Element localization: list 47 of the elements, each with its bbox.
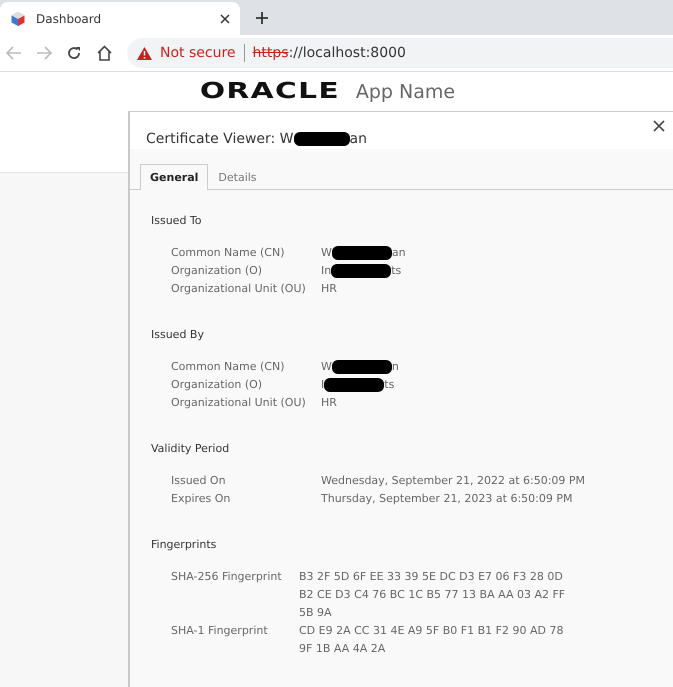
dialog-title: Certificate Viewer: W an	[146, 131, 367, 147]
field-label: Organizational Unit (OU)	[171, 281, 307, 297]
field-label: Common Name (CN)	[171, 359, 286, 375]
browser-tab[interactable]: Dashboard	[0, 2, 240, 35]
field-label: Common Name (CN)	[171, 245, 286, 261]
close-icon[interactable]	[220, 14, 230, 24]
close-icon	[653, 120, 665, 132]
field-value: HR	[321, 395, 338, 411]
field-value: I ts	[321, 377, 396, 394]
redaction-mark	[332, 360, 392, 374]
section-heading: Fingerprints	[151, 538, 218, 552]
field-value: Thursday, September 21, 2023 at 6:50:09 PM	[321, 491, 574, 507]
field-value: In ts	[321, 263, 402, 280]
field-label: Organizational Unit (OU)	[171, 395, 307, 411]
close-button[interactable]	[653, 120, 665, 132]
app-name: App Name	[356, 80, 456, 102]
warning-icon	[137, 46, 152, 60]
field-label: Expires On	[171, 491, 232, 507]
address-bar[interactable]: Not secure https://localhost:8000	[127, 38, 673, 68]
field-label: Organization (O)	[171, 377, 264, 393]
dialog-tab[interactable]: Details	[208, 164, 267, 190]
section-heading: Issued To	[151, 214, 203, 228]
url-text: https://localhost:8000	[252, 45, 406, 61]
field-label: Organization (O)	[171, 263, 264, 279]
security-status: Not secure	[160, 45, 236, 61]
field-label: SHA-1 Fingerprint	[171, 623, 269, 639]
field-value: B3 2F 5D 6F EE 33 39 5E DC D3 E7 06 F3 28 0D B2 CE D3 C4 76 BC 1C B5 77 13 BA AA 03 A2 FF 5B 9A	[299, 569, 566, 621]
redaction-mark	[294, 132, 350, 146]
field-value: HR	[321, 281, 338, 297]
home-icon[interactable]	[96, 45, 113, 61]
section-heading: Validity Period	[151, 442, 230, 456]
tab-title: Dashboard	[36, 12, 102, 26]
field-value: W n	[321, 359, 400, 376]
field-label: SHA-256 Fingerprint	[171, 569, 283, 585]
redaction-mark	[332, 246, 392, 260]
redaction-mark	[324, 378, 384, 392]
logo: ORACLE	[200, 79, 340, 104]
field-value: CD E9 2A CC 31 4E A9 5F B0 F1 B1 F2 90 AD 78 9F 1B AA 4A 2A	[299, 623, 564, 657]
field-value: W an	[321, 245, 407, 262]
field-label: Issued On	[171, 473, 227, 489]
reload-icon[interactable]	[66, 45, 82, 61]
dialog-tab[interactable]: General	[140, 164, 208, 190]
field-value: Wednesday, September 21, 2022 at 6:50:09 PM	[321, 473, 586, 489]
plus-icon[interactable]	[256, 12, 268, 24]
redaction-mark	[331, 264, 392, 278]
cube-icon	[10, 10, 26, 26]
section-heading: Issued By	[151, 328, 205, 342]
